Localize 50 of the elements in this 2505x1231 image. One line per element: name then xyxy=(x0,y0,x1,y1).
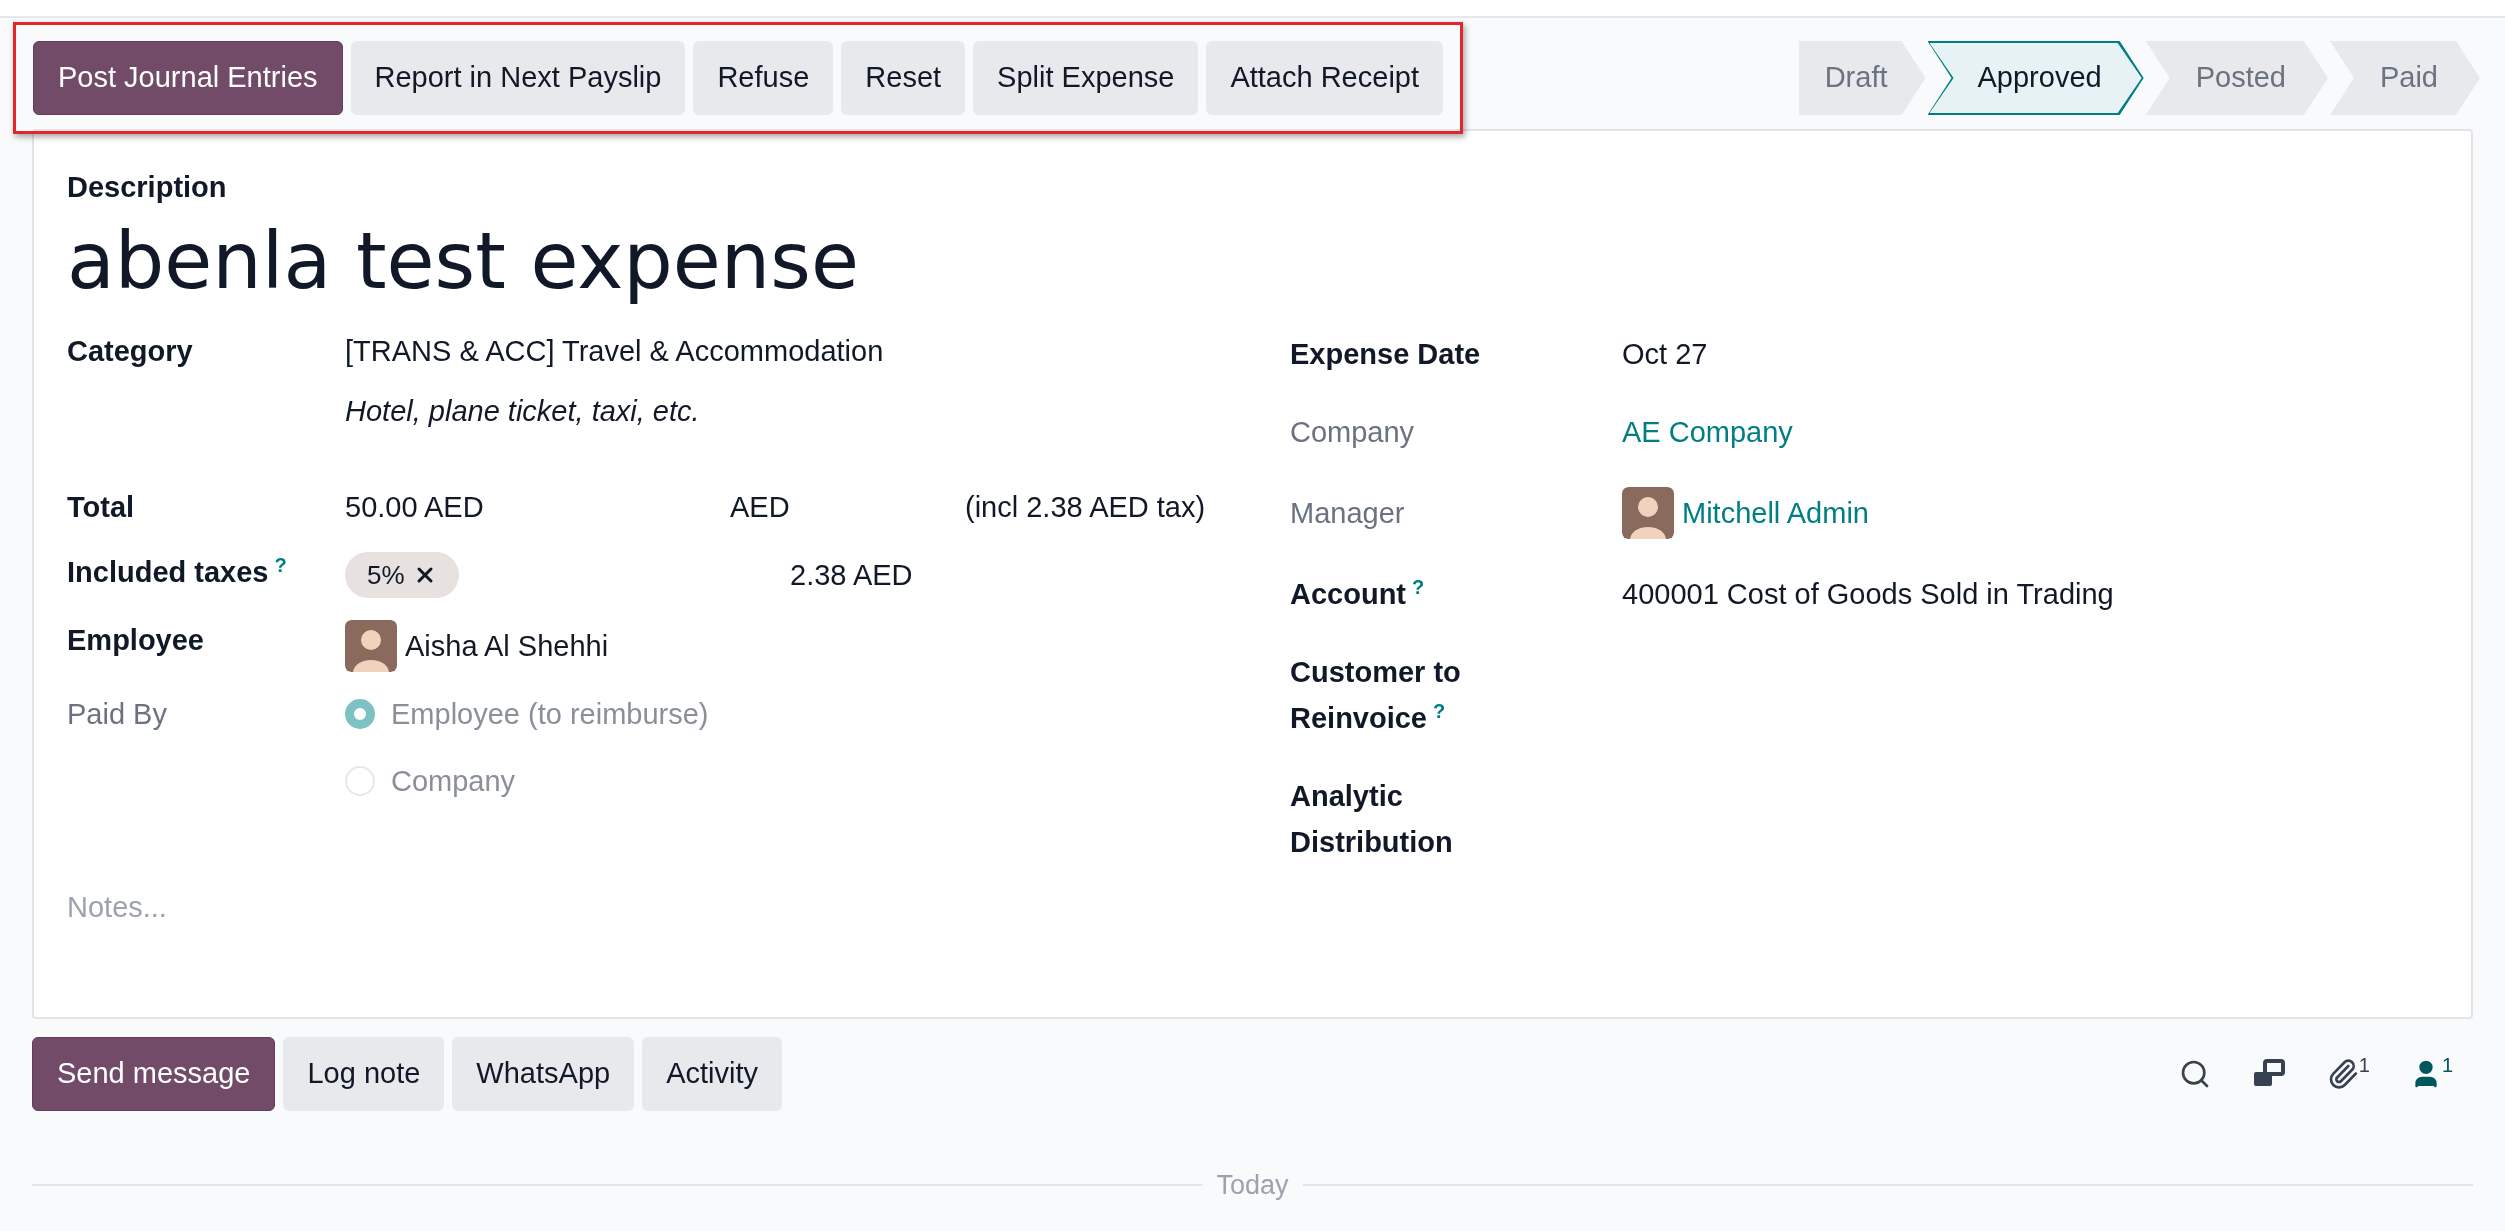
tax-note: (incl 2.38 AED tax) xyxy=(965,490,1206,525)
action-button[interactable]: Post Journal Entries xyxy=(33,41,343,115)
help-icon[interactable]: ? xyxy=(274,554,287,576)
person-name[interactable]: Mitchell Admin xyxy=(1682,493,1869,533)
tax-amount: 2.38 AED xyxy=(790,558,913,593)
field-label: Employee xyxy=(67,623,204,658)
company-link[interactable]: AE Company xyxy=(1622,412,1793,452)
field-label: Total xyxy=(67,490,135,525)
field-label: Company xyxy=(1290,415,1415,450)
field-label: Analytic Distribution xyxy=(1290,779,1454,860)
action-button[interactable]: Reset xyxy=(841,41,966,115)
followers-button[interactable]: 1 xyxy=(2409,1058,2453,1090)
total-amount[interactable]: 50.00 AED xyxy=(345,487,730,527)
category-note: Hotel, plane ticket, taxi, etc. xyxy=(345,394,701,429)
date-divider-label: Today xyxy=(1216,1169,1289,1202)
field-label: Customer to Reinvoice $^{?}$ xyxy=(1290,655,1462,736)
status-step[interactable]: Approved xyxy=(1927,41,2144,115)
chatter-button[interactable]: Activity xyxy=(642,1037,782,1111)
person-name[interactable]: Aisha Al Shehhi xyxy=(405,626,609,666)
tax-tag[interactable]: 5% xyxy=(345,552,459,598)
chatter-button[interactable]: Send message xyxy=(32,1037,276,1111)
radio-button[interactable] xyxy=(345,699,375,729)
action-button[interactable]: Attach Receipt xyxy=(1206,41,1443,115)
field-value[interactable]: [TRANS & ACC] Travel & Accommodation xyxy=(345,331,884,371)
action-button[interactable]: Refuse xyxy=(693,41,834,115)
field-label: Account $^{?}$ xyxy=(1290,575,1425,612)
chatter-button[interactable]: Log note xyxy=(283,1037,445,1111)
field-label: Category xyxy=(67,334,193,369)
field-value[interactable]: 400001 Cost of Goods Sold in Trading xyxy=(1622,574,2114,614)
attachments-button[interactable]: 1 xyxy=(2326,1058,2370,1090)
action-button[interactable]: Split Expense xyxy=(973,41,1199,115)
currency-value[interactable]: AED xyxy=(730,487,965,527)
status-step[interactable]: Paid xyxy=(2329,41,2480,115)
radio-button[interactable] xyxy=(345,766,375,796)
avatar-icon xyxy=(1622,487,1674,539)
status-step[interactable]: Draft xyxy=(1798,41,1926,115)
field-label: Manager xyxy=(1290,496,1405,531)
description-label: Description xyxy=(67,170,228,205)
action-button[interactable]: Report in Next Payslip xyxy=(350,41,686,115)
help-icon[interactable]: ? xyxy=(1433,700,1446,722)
notes-field[interactable]: Notes... xyxy=(67,887,2431,927)
expense-title[interactable]: abenla test expense xyxy=(67,211,2431,311)
field-label: Expense Date xyxy=(1290,337,1481,372)
status-step[interactable]: Posted xyxy=(2145,41,2328,115)
field-value[interactable]: Oct 27 xyxy=(1622,334,1708,374)
field-label: Included taxes $^{?}$ xyxy=(67,553,287,590)
help-icon[interactable]: ? xyxy=(1412,576,1425,598)
avatar-icon xyxy=(345,620,397,672)
chatter-button[interactable]: WhatsApp xyxy=(452,1037,635,1111)
field-label: Paid By xyxy=(67,697,167,732)
